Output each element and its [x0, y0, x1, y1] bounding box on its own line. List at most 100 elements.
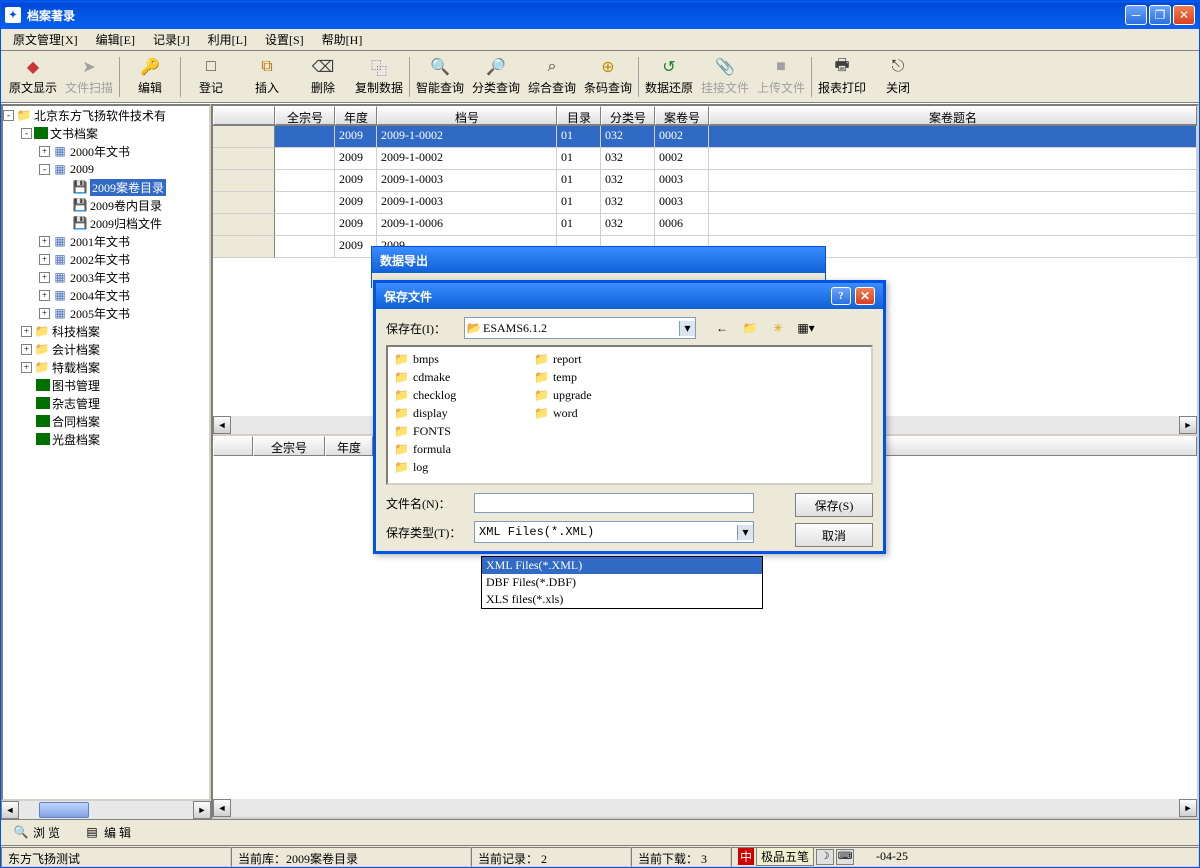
expand-icon[interactable]: + — [39, 290, 50, 301]
table-cell[interactable] — [709, 148, 1197, 170]
folder-item-log[interactable]: 📁log — [394, 459, 514, 475]
tree-node-2009卷内目录[interactable]: 💾2009卷内目录 — [3, 196, 209, 214]
detail-header-year[interactable]: 年度 — [325, 436, 373, 456]
table-row[interactable]: 20092009-1-0002010320002 — [213, 148, 1197, 170]
maximize-button[interactable]: ❐ — [1149, 5, 1171, 25]
grid-header-year[interactable]: 年度 — [335, 106, 377, 125]
chevron-down-icon[interactable]: ▾ — [737, 525, 753, 540]
save-dialog-titlebar[interactable]: 保存文件 ? ✕ — [376, 283, 883, 309]
tree-node-2009[interactable]: -▦2009 — [3, 160, 209, 178]
table-row[interactable]: 20092009-1-0006010320006 — [213, 214, 1197, 236]
collapse-icon[interactable]: - — [3, 110, 14, 121]
tree-node-图书管理[interactable]: 图书管理 — [3, 376, 209, 394]
tree-node-2000年文书[interactable]: +▦2000年文书 — [3, 142, 209, 160]
table-cell[interactable]: 2009 — [335, 148, 377, 170]
table-cell[interactable]: 2009 — [335, 192, 377, 214]
tab-browse[interactable]: 🔍 浏 览 — [7, 822, 66, 843]
scroll-left-icon[interactable]: ◄ — [1, 801, 19, 819]
grid-header-fenlei[interactable]: 分类号 — [601, 106, 655, 125]
table-cell[interactable] — [213, 148, 275, 170]
nav-views-icon[interactable]: ▦▾ — [796, 318, 816, 338]
close-button[interactable]: ✕ — [1173, 5, 1195, 25]
folder-item-upgrade[interactable]: 📁upgrade — [534, 387, 654, 403]
table-cell[interactable]: 032 — [601, 192, 655, 214]
scroll-right-icon[interactable]: ► — [1179, 416, 1197, 434]
table-cell[interactable]: 0002 — [655, 126, 709, 148]
dropdown-option[interactable]: DBF Files(*.DBF) — [482, 574, 762, 591]
menu-settings[interactable]: 设置[S] — [257, 29, 312, 50]
detail-scrollbar[interactable]: ◄ ► — [213, 799, 1197, 817]
grid-header-anjuan[interactable]: 案卷号 — [655, 106, 709, 125]
expand-icon[interactable]: + — [21, 362, 32, 373]
table-cell[interactable]: 032 — [601, 214, 655, 236]
ime-moon-icon[interactable]: ☽ — [816, 849, 834, 865]
folder-item-cdmake[interactable]: 📁cdmake — [394, 369, 514, 385]
scroll-left-icon[interactable]: ◄ — [213, 416, 231, 434]
dropdown-option[interactable]: XML Files(*.XML) — [482, 557, 762, 574]
table-cell[interactable] — [709, 126, 1197, 148]
table-cell[interactable] — [275, 236, 335, 258]
folder-item-FONTS[interactable]: 📁FONTS — [394, 423, 514, 439]
table-row[interactable]: 20092009-1-0002010320002 — [213, 126, 1197, 148]
tree-pane[interactable]: -📁北京东方飞扬软件技术有-文书档案+▦2000年文书-▦2009💾2009案卷… — [1, 104, 211, 801]
save-button[interactable]: 保存(S) — [795, 493, 873, 517]
collapse-icon[interactable]: - — [21, 128, 32, 139]
chevron-down-icon[interactable]: ▾ — [679, 321, 695, 336]
table-cell[interactable] — [275, 170, 335, 192]
export-dialog-title[interactable]: 数据导出 — [372, 247, 825, 273]
folder-item-checklog[interactable]: 📁checklog — [394, 387, 514, 403]
filename-input[interactable] — [474, 493, 754, 513]
table-cell[interactable]: 0006 — [655, 214, 709, 236]
filetype-combo[interactable]: XML Files(*.XML) ▾ — [474, 521, 754, 543]
toolbar-关闭[interactable]: ⎋关闭 — [870, 53, 926, 101]
table-cell[interactable]: 0003 — [655, 170, 709, 192]
table-cell[interactable] — [275, 192, 335, 214]
tree-node-2009归档文件[interactable]: 💾2009归档文件 — [3, 214, 209, 232]
table-cell[interactable] — [275, 126, 335, 148]
table-cell[interactable] — [709, 192, 1197, 214]
ime-keyboard-icon[interactable]: ⌨ — [836, 849, 854, 865]
table-cell[interactable]: 2009-1-0002 — [377, 148, 557, 170]
nav-back-icon[interactable]: ← — [712, 318, 732, 338]
dropdown-option[interactable]: XLS files(*.xls) — [482, 591, 762, 608]
tree-node-2005年文书[interactable]: +▦2005年文书 — [3, 304, 209, 322]
toolbar-插入[interactable]: ⧉插入 — [239, 53, 295, 101]
folder-item-word[interactable]: 📁word — [534, 405, 654, 421]
scroll-right-icon[interactable]: ► — [193, 801, 211, 819]
menu-edit[interactable]: 编辑[E] — [88, 29, 143, 50]
tree-node-合同档案[interactable]: 合同档案 — [3, 412, 209, 430]
tree-scrollbar[interactable]: ◄ ► — [1, 801, 211, 819]
tree-node-北京东方飞扬软件技术有[interactable]: -📁北京东方飞扬软件技术有 — [3, 106, 209, 124]
folder-item-display[interactable]: 📁display — [394, 405, 514, 421]
toolbar-复制数据[interactable]: ⿻复制数据 — [351, 53, 407, 101]
toolbar-数据还原[interactable]: ↺数据还原 — [641, 53, 697, 101]
expand-icon[interactable]: + — [39, 254, 50, 265]
expand-icon[interactable]: + — [39, 236, 50, 247]
grid-header-danghao[interactable]: 档号 — [377, 106, 557, 125]
toolbar-综合查询[interactable]: ⌕综合查询 — [524, 53, 580, 101]
grid-header-title[interactable]: 案卷题名 — [709, 106, 1197, 125]
expand-icon[interactable]: + — [21, 326, 32, 337]
tree-node-科技档案[interactable]: +📁科技档案 — [3, 322, 209, 340]
tree-node-2003年文书[interactable]: +▦2003年文书 — [3, 268, 209, 286]
folder-item-bmps[interactable]: 📁bmps — [394, 351, 514, 367]
table-cell[interactable]: 2009-1-0003 — [377, 192, 557, 214]
table-cell[interactable]: 01 — [557, 148, 601, 170]
expand-icon[interactable]: + — [21, 344, 32, 355]
menu-use[interactable]: 利用[L] — [200, 29, 255, 50]
folder-item-formula[interactable]: 📁formula — [394, 441, 514, 457]
table-cell[interactable]: 032 — [601, 126, 655, 148]
toolbar-删除[interactable]: ⌫删除 — [295, 53, 351, 101]
status-ime[interactable]: 中 极品五笔 ☽ ⌨ -04-25 — [731, 847, 1199, 867]
grid-header-mulu[interactable]: 目录号 — [557, 106, 601, 125]
nav-newfolder-icon[interactable]: ✳ — [768, 318, 788, 338]
table-cell[interactable]: 0003 — [655, 192, 709, 214]
table-cell[interactable]: 01 — [557, 192, 601, 214]
dialog-help-button[interactable]: ? — [831, 287, 851, 305]
tree-node-特载档案[interactable]: +📁特载档案 — [3, 358, 209, 376]
table-cell[interactable] — [275, 148, 335, 170]
toolbar-登记[interactable]: □登记 — [183, 53, 239, 101]
main-titlebar[interactable]: ✦ 档案著录 ─ ❐ ✕ — [1, 1, 1199, 29]
table-cell[interactable]: 2009-1-0006 — [377, 214, 557, 236]
detail-header-zong[interactable]: 全宗号 — [253, 436, 325, 456]
